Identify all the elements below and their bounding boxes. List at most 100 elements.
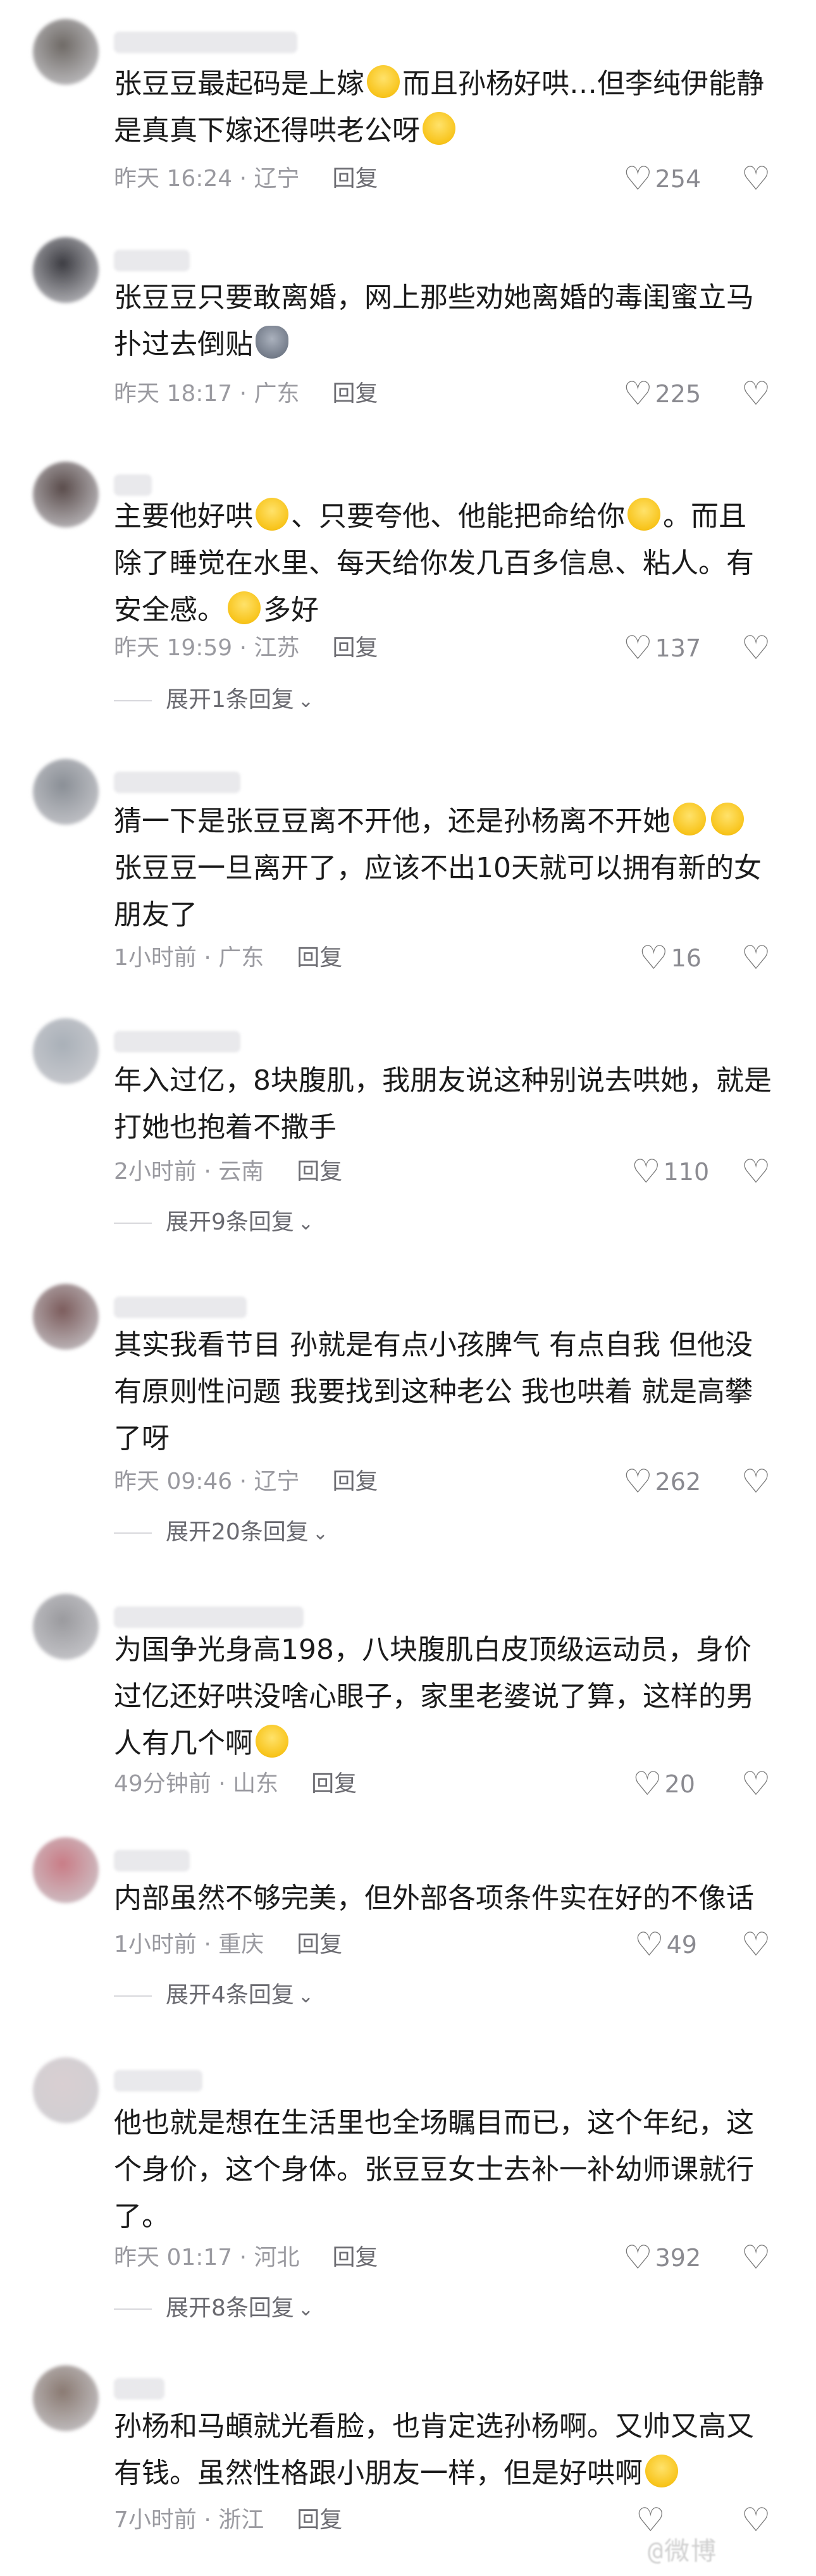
comment-text: 年入过亿，8块腹肌，我朋友说这种别说去哄她，就是打她也抱着不撒手	[114, 1057, 772, 1151]
comment-time-location: 1小时前 · 广东	[114, 945, 264, 971]
laugh-cry-emoji	[627, 498, 660, 531]
username-blurred[interactable]	[114, 32, 297, 53]
broken-heart-icon[interactable]: ♡	[739, 2241, 773, 2275]
like-button[interactable]: ♡ 392	[623, 2241, 701, 2275]
comment-meta: 1小时前 · 广东 回复	[114, 942, 342, 974]
comment-meta: 2小时前 · 云南 回复	[114, 1156, 342, 1188]
chevron-down-icon: ⌄	[297, 2298, 314, 2320]
like-count: 137	[655, 634, 702, 662]
comment-text-part: 张豆豆一旦离开了，应该不出10天就可以拥有新的女朋友了	[114, 852, 762, 931]
expand-replies-button[interactable]: 展开20条回复 ⌄	[114, 1517, 328, 1548]
broken-heart-icon[interactable]: ♡	[739, 162, 773, 196]
expand-replies-button[interactable]: 展开9条回复 ⌄	[114, 1207, 314, 1238]
like-button[interactable]: ♡ 262	[623, 1465, 701, 1499]
username-blurred[interactable]	[114, 1606, 304, 1628]
divider	[114, 1995, 152, 1997]
heart-icon: ♡	[623, 160, 653, 198]
reply-button[interactable]: 回复	[297, 1156, 342, 1188]
username-blurred[interactable]	[114, 1297, 247, 1318]
username-blurred[interactable]	[114, 2070, 202, 2092]
reply-button[interactable]: 回复	[333, 163, 378, 195]
comment-text: 张豆豆只要敢离婚，网上那些劝她离婚的毒闺蜜立马扑过去倒贴	[114, 274, 772, 368]
divider	[114, 700, 152, 701]
heart-icon: ♡	[634, 1926, 664, 1964]
avatar[interactable]	[33, 19, 99, 85]
broken-heart-icon[interactable]: ♡	[739, 631, 773, 665]
comment-text-part: 张豆豆最起码是上嫁	[114, 68, 364, 100]
broken-heart-icon[interactable]: ♡	[739, 1928, 773, 1962]
username-blurred[interactable]	[114, 474, 152, 496]
broken-heart-icon[interactable]: ♡	[739, 941, 773, 975]
like-button[interactable]: ♡ 20	[633, 1767, 695, 1801]
comment-text-part: 年入过亿，8块腹肌，我朋友说这种别说去哄她，就是打她也抱着不撒手	[114, 1064, 772, 1143]
reply-button[interactable]: 回复	[333, 378, 378, 410]
like-button[interactable]: ♡ 49	[634, 1928, 697, 1962]
username-blurred[interactable]	[114, 2378, 164, 2400]
broken-heart-icon[interactable]: ♡	[739, 377, 773, 411]
avatar[interactable]	[33, 759, 99, 825]
comment-meta: 49分钟前 · 山东 回复	[114, 1768, 357, 1800]
expand-replies-label: 展开20条回复	[166, 1519, 309, 1545]
laugh-cry-emoji	[367, 65, 400, 98]
comment-time-location: 49分钟前 · 山东	[114, 1771, 279, 1797]
reply-button[interactable]: 回复	[333, 2242, 378, 2274]
comment-time-location: 1小时前 · 重庆	[114, 1932, 264, 1957]
like-button[interactable]: ♡ 254	[623, 162, 701, 196]
grin-sweat-emoji	[711, 803, 744, 835]
avatar[interactable]	[33, 2365, 99, 2431]
reply-button[interactable]: 回复	[333, 632, 378, 664]
chevron-down-icon: ⌄	[297, 1985, 314, 2007]
chevron-down-icon: ⌄	[297, 1212, 314, 1235]
like-button[interactable]: ♡ 225	[623, 377, 701, 411]
comment-time-location: 7小时前 · 浙江	[114, 2507, 264, 2533]
comment-meta: 7小时前 · 浙江 回复	[114, 2505, 342, 2536]
reply-button[interactable]: 回复	[297, 942, 342, 974]
username-blurred[interactable]	[114, 250, 190, 271]
divider	[114, 1223, 152, 1224]
like-count: 20	[664, 1770, 695, 1798]
broken-heart-icon[interactable]: ♡	[739, 1155, 773, 1189]
comment-text-part: 猜一下是张豆豆离不开他，还是孙杨离不开她	[114, 805, 671, 837]
chevron-down-icon: ⌄	[312, 1522, 328, 1544]
reply-button[interactable]: 回复	[333, 1466, 378, 1498]
like-button[interactable]: ♡ 16	[639, 941, 702, 975]
expand-replies-label: 展开8条回复	[166, 2295, 294, 2321]
username-blurred[interactable]	[114, 1031, 240, 1052]
comment-time-location: 昨天 09:46 · 辽宁	[114, 1469, 300, 1494]
comment-time-location: 昨天 18:17 · 广东	[114, 381, 300, 407]
expand-replies-button[interactable]: 展开8条回复 ⌄	[114, 2293, 314, 2324]
crying-emoji	[228, 591, 261, 624]
reply-button[interactable]: 回复	[297, 2505, 342, 2536]
expand-replies-button[interactable]: 展开4条回复 ⌄	[114, 1980, 314, 2011]
avatar[interactable]	[33, 462, 99, 527]
username-blurred[interactable]	[114, 1850, 190, 1871]
like-count: 262	[655, 1468, 702, 1496]
comment-meta: 昨天 09:46 · 辽宁 回复	[114, 1466, 378, 1498]
like-count: 254	[655, 165, 702, 193]
raccoon-emoji	[256, 326, 288, 359]
comment-text-part: 为国争光身高198，八块腹肌白皮顶级运动员，身价过亿还好哄没啥心眼子，家里老婆说…	[114, 1634, 754, 1759]
broken-heart-icon[interactable]: ♡	[739, 1767, 773, 1801]
expand-replies-button[interactable]: 展开1条回复 ⌄	[114, 684, 314, 716]
avatar[interactable]	[33, 1018, 99, 1084]
avatar[interactable]	[33, 2057, 99, 2123]
reply-button[interactable]: 回复	[297, 1929, 342, 1961]
expand-replies-label: 展开4条回复	[166, 1982, 294, 2008]
comment-time-location: 2小时前 · 云南	[114, 1159, 264, 1185]
reply-button[interactable]: 回复	[311, 1768, 357, 1800]
expand-replies-label: 展开1条回复	[166, 687, 294, 713]
broken-heart-icon[interactable]: ♡	[739, 1465, 773, 1499]
avatar[interactable]	[33, 1594, 99, 1660]
heart-icon: ♡	[623, 629, 653, 667]
like-button[interactable]: ♡ 137	[623, 631, 701, 665]
avatar[interactable]	[33, 1837, 99, 1903]
avatar[interactable]	[33, 1284, 99, 1350]
username-blurred[interactable]	[114, 772, 240, 793]
avatar[interactable]	[33, 237, 99, 303]
comment-text-part: 他也就是想在生活里也全场瞩目而已，这个年纪，这个身价，这个身体。张豆豆女士去补一…	[114, 2107, 754, 2233]
comment-text-part: 、只要夸他、他能把命给你	[291, 500, 625, 533]
heart-icon: ♡	[623, 375, 653, 413]
like-button[interactable]: ♡ 110	[631, 1155, 709, 1189]
comment-meta: 昨天 18:17 · 广东 回复	[114, 378, 378, 410]
comment-time-location: 昨天 16:24 · 辽宁	[114, 166, 300, 192]
